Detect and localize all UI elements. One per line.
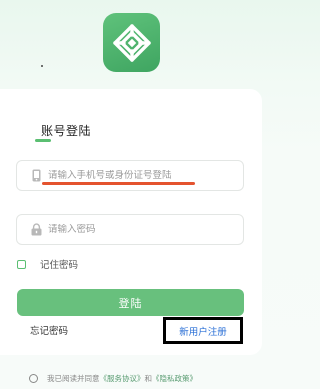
tab-active-indicator	[35, 139, 51, 142]
agreement-radio[interactable]	[29, 374, 38, 383]
service-agreement-link[interactable]: 《服务协议》	[100, 373, 145, 384]
agreement-row: 我已阅读并同意 《服务协议》 和 《隐私政策》	[29, 373, 197, 384]
forgot-password-link[interactable]: 忘记密码	[30, 323, 68, 337]
account-field[interactable]	[16, 160, 244, 191]
register-highlight-box: 新用户注册	[163, 317, 243, 344]
phone-icon	[29, 169, 43, 183]
password-input[interactable]	[48, 224, 238, 235]
agreement-conjunction: 和	[144, 374, 153, 383]
remember-checkbox[interactable]	[17, 259, 26, 269]
account-input[interactable]	[48, 170, 238, 181]
app-logo-icon	[103, 13, 160, 72]
login-button[interactable]: 登陆	[17, 289, 244, 316]
remember-password[interactable]: 记住密码	[17, 257, 78, 271]
password-field[interactable]	[16, 214, 244, 245]
register-link[interactable]: 新用户注册	[179, 324, 227, 338]
stray-dot	[41, 65, 43, 67]
privacy-policy-link[interactable]: 《隐私政策》	[152, 373, 197, 384]
agreement-prefix: 我已阅读并同意	[47, 374, 100, 383]
annotation-underline	[42, 182, 195, 185]
remember-label: 记住密码	[40, 260, 79, 271]
tab-account-login[interactable]: 账号登陆	[41, 122, 91, 139]
lock-icon	[29, 223, 43, 237]
